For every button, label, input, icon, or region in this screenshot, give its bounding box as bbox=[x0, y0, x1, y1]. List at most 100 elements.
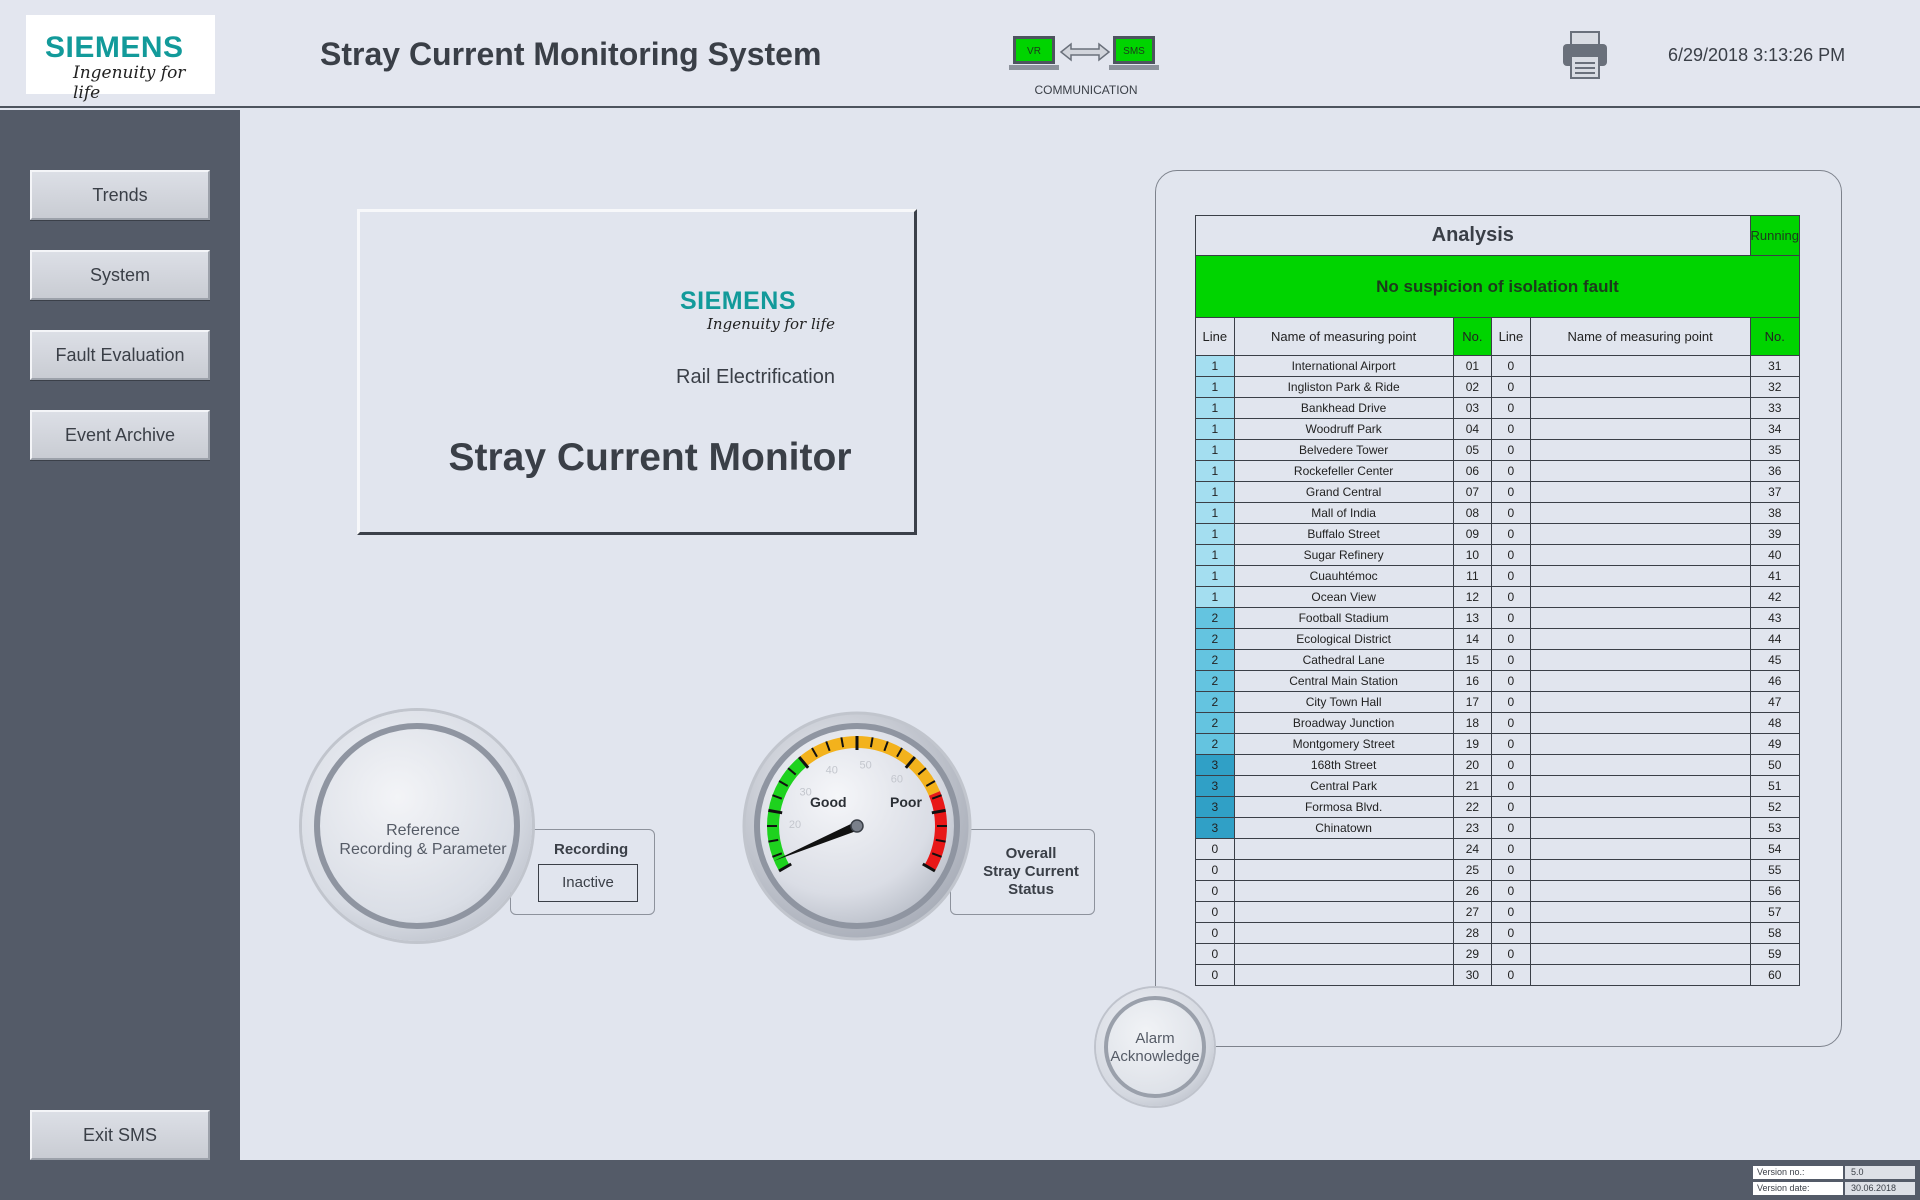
cell-line-right: 0 bbox=[1491, 565, 1531, 587]
cell-name-right bbox=[1529, 586, 1751, 608]
table-row: 3 Chinatown 23 0 53 bbox=[1195, 817, 1801, 839]
cell-line-right: 0 bbox=[1491, 502, 1531, 524]
cell-line-right: 0 bbox=[1491, 481, 1531, 503]
cell-name-right bbox=[1529, 670, 1751, 692]
table-row: 3 Central Park 21 0 51 bbox=[1195, 775, 1801, 797]
cell-name-left: Buffalo Street bbox=[1233, 523, 1454, 545]
version-value: 5.0 bbox=[1845, 1166, 1915, 1179]
cell-line-left: 2 bbox=[1195, 733, 1235, 755]
reference-recording-button[interactable]: Reference Recording & Parameter bbox=[302, 711, 532, 941]
cell-line-right: 0 bbox=[1491, 586, 1531, 608]
cell-name-left bbox=[1233, 859, 1454, 881]
cell-line-left: 2 bbox=[1195, 712, 1235, 734]
trends-button[interactable]: Trends bbox=[30, 170, 210, 220]
cell-no-left: 21 bbox=[1452, 775, 1493, 797]
table-row: 1 Mall of India 08 0 38 bbox=[1195, 502, 1801, 524]
cell-name-left: Cathedral Lane bbox=[1233, 649, 1454, 671]
cell-line-left: 0 bbox=[1195, 901, 1235, 923]
cell-no-left: 23 bbox=[1452, 817, 1493, 839]
stray-current-gauge: 20 30 40 50 60 Good Poor bbox=[742, 711, 972, 941]
version-info: Version no.: 5.0 Version date: 30.06.201… bbox=[1753, 1166, 1915, 1196]
cell-no-right: 56 bbox=[1749, 880, 1801, 902]
communication-status[interactable]: VR SMS COMMUNICATION bbox=[1009, 34, 1163, 100]
system-button[interactable]: System bbox=[30, 250, 210, 300]
printer-button[interactable] bbox=[1561, 30, 1609, 80]
cell-no-right: 47 bbox=[1749, 691, 1801, 713]
cell-no-right: 40 bbox=[1749, 544, 1801, 566]
cell-no-right: 55 bbox=[1749, 859, 1801, 881]
gauge-tick-label: 60 bbox=[891, 774, 903, 786]
cell-no-left: 29 bbox=[1452, 943, 1493, 965]
table-row: 0 25 0 55 bbox=[1195, 859, 1801, 881]
table-row: 2 Broadway Junction 18 0 48 bbox=[1195, 712, 1801, 734]
event-archive-button[interactable]: Event Archive bbox=[30, 410, 210, 460]
version-date-label: Version date: bbox=[1753, 1182, 1843, 1195]
cell-line-left: 1 bbox=[1195, 586, 1235, 608]
table-row: 2 Central Main Station 16 0 46 bbox=[1195, 670, 1801, 692]
page-title: Stray Current Monitoring System bbox=[320, 36, 822, 72]
cell-name-right bbox=[1529, 481, 1751, 503]
cell-line-right: 0 bbox=[1491, 733, 1531, 755]
analysis-state-badge: Running bbox=[1749, 215, 1801, 256]
cell-no-left: 15 bbox=[1452, 649, 1493, 671]
cell-name-right bbox=[1529, 922, 1751, 944]
card-logo-tagline: Ingenuity for life bbox=[707, 315, 835, 333]
cell-line-left: 3 bbox=[1195, 754, 1235, 776]
siemens-logo: SIEMENS Ingenuity for life bbox=[26, 15, 215, 103]
alarm-acknowledge-button[interactable]: Alarm Acknowledge bbox=[1096, 988, 1214, 1106]
cell-name-right bbox=[1529, 964, 1751, 986]
cell-name-right bbox=[1529, 775, 1751, 797]
cell-no-right: 54 bbox=[1749, 838, 1801, 860]
cell-name-left bbox=[1233, 880, 1454, 902]
cell-line-left: 1 bbox=[1195, 397, 1235, 419]
analysis-column-headers: Line Name of measuring point No. Line Na… bbox=[1195, 317, 1801, 356]
cell-name-right bbox=[1529, 691, 1751, 713]
col-line-1: Line bbox=[1195, 317, 1235, 356]
cell-no-right: 42 bbox=[1749, 586, 1801, 608]
cell-line-right: 0 bbox=[1491, 796, 1531, 818]
cell-no-left: 22 bbox=[1452, 796, 1493, 818]
cell-no-left: 09 bbox=[1452, 523, 1493, 545]
reference-label: Reference Recording & Parameter bbox=[320, 821, 526, 859]
exit-sms-button[interactable]: Exit SMS bbox=[30, 1110, 210, 1160]
cell-no-right: 33 bbox=[1749, 397, 1801, 419]
cell-no-left: 01 bbox=[1452, 355, 1493, 377]
cell-no-right: 58 bbox=[1749, 922, 1801, 944]
cell-line-right: 0 bbox=[1491, 355, 1531, 377]
cell-name-right bbox=[1529, 355, 1751, 377]
cell-no-left: 18 bbox=[1452, 712, 1493, 734]
table-row: 2 Football Stadium 13 0 43 bbox=[1195, 607, 1801, 629]
cell-name-left: Bankhead Drive bbox=[1233, 397, 1454, 419]
table-row: 2 Montgomery Street 19 0 49 bbox=[1195, 733, 1801, 755]
cell-no-right: 44 bbox=[1749, 628, 1801, 650]
cell-no-left: 04 bbox=[1452, 418, 1493, 440]
reference-label-line1: Reference bbox=[386, 822, 460, 839]
cell-no-left: 17 bbox=[1452, 691, 1493, 713]
communication-icon: VR SMS bbox=[1009, 36, 1159, 70]
cell-name-left: Ecological District bbox=[1233, 628, 1454, 650]
status-line3: Status bbox=[1008, 881, 1054, 898]
cell-no-left: 28 bbox=[1452, 922, 1493, 944]
cell-no-right: 36 bbox=[1749, 460, 1801, 482]
cell-name-left: International Airport bbox=[1233, 355, 1454, 377]
alarm-label: Alarm Acknowledge bbox=[1108, 1030, 1202, 1066]
cell-name-left: Ocean View bbox=[1233, 586, 1454, 608]
recording-value: Inactive bbox=[538, 864, 638, 902]
cell-line-left: 1 bbox=[1195, 376, 1235, 398]
cell-no-left: 05 bbox=[1452, 439, 1493, 461]
cell-no-left: 12 bbox=[1452, 586, 1493, 608]
cell-line-left: 1 bbox=[1195, 544, 1235, 566]
cell-line-right: 0 bbox=[1491, 544, 1531, 566]
cell-line-right: 0 bbox=[1491, 376, 1531, 398]
cell-line-left: 1 bbox=[1195, 439, 1235, 461]
fault-evaluation-button[interactable]: Fault Evaluation bbox=[30, 330, 210, 380]
table-row: 2 Ecological District 14 0 44 bbox=[1195, 628, 1801, 650]
cell-name-left: Mall of India bbox=[1233, 502, 1454, 524]
gauge-tick-label: 50 bbox=[860, 760, 872, 772]
cell-no-right: 31 bbox=[1749, 355, 1801, 377]
cell-name-left bbox=[1233, 922, 1454, 944]
cell-name-right bbox=[1529, 376, 1751, 398]
cell-line-right: 0 bbox=[1491, 670, 1531, 692]
cell-line-right: 0 bbox=[1491, 775, 1531, 797]
cell-line-right: 0 bbox=[1491, 397, 1531, 419]
